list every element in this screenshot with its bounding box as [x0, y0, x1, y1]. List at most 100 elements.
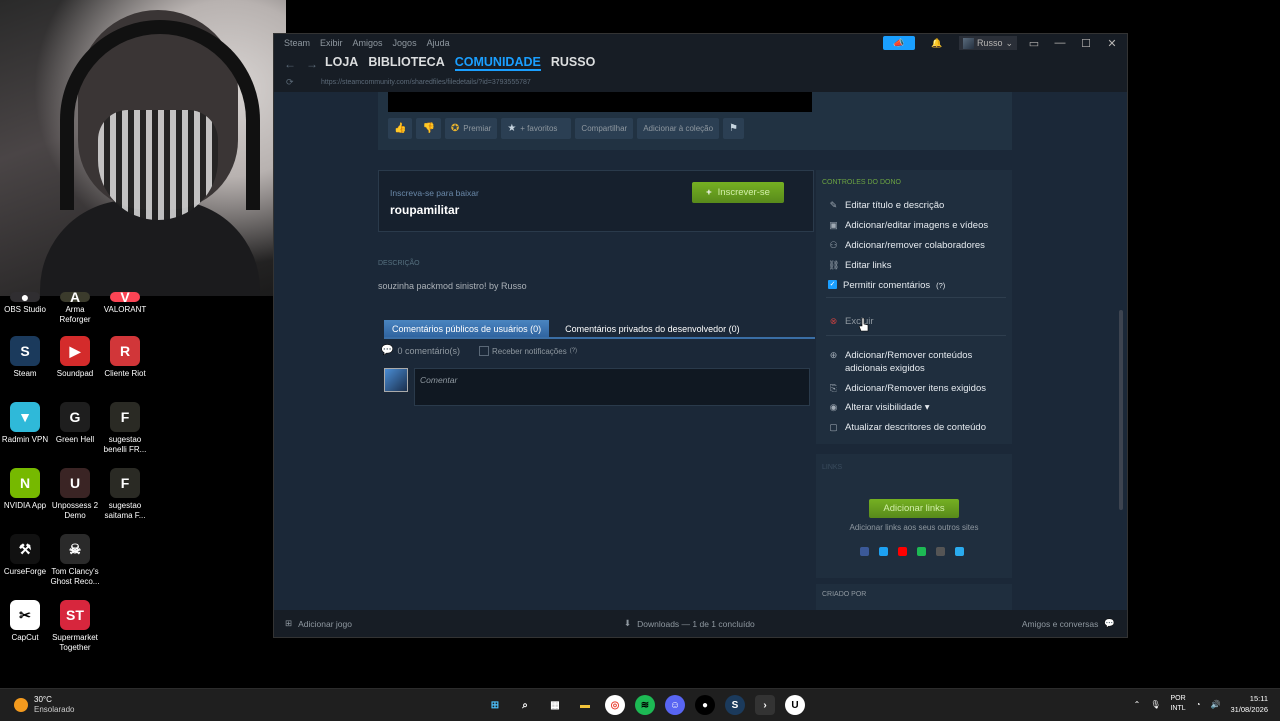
- comment-count: 💬 0 comentário(s): [381, 345, 460, 356]
- web-icon[interactable]: [955, 547, 964, 556]
- qr-icon[interactable]: [936, 547, 945, 556]
- comment-input[interactable]: Comentar: [414, 368, 810, 406]
- announcements-icon[interactable]: 📣: [882, 36, 915, 50]
- youtube-icon[interactable]: [898, 547, 907, 556]
- subscribe-button[interactable]: + Inscrever-se: [692, 182, 784, 203]
- close-icon[interactable]: ✕: [1103, 37, 1121, 50]
- allow-comments-help[interactable]: (?): [936, 279, 945, 292]
- nav-russo[interactable]: RUSSO: [551, 55, 595, 71]
- reload-icon[interactable]: ⟳: [286, 77, 294, 88]
- minimize-icon[interactable]: —: [1051, 37, 1069, 49]
- chevron-up-icon[interactable]: ⌃: [1134, 700, 1141, 709]
- desktop-icon[interactable]: ST Supermarket Together: [50, 600, 100, 653]
- taskbar-apps: ⊞ ⌕ ▦ ▬ ◎ ≋ ☺ ● S › U: [485, 695, 805, 715]
- chrome-icon[interactable]: ◎: [605, 695, 625, 715]
- nav-biblioteca[interactable]: BIBLIOTECA: [368, 55, 444, 71]
- add-to-collection-button[interactable]: Adicionar à coleção: [637, 118, 720, 139]
- notify-checkbox[interactable]: [479, 346, 489, 356]
- user-menu[interactable]: Russo ⌄: [958, 36, 1017, 50]
- desktop-icon[interactable]: ☠ Tom Clancy's Ghost Reco...: [50, 534, 100, 587]
- big-picture-icon[interactable]: ▭: [1025, 37, 1043, 50]
- star-icon: ★: [507, 123, 517, 134]
- spotify-icon[interactable]: [917, 547, 926, 556]
- clock[interactable]: 15:11 31/08/2026: [1230, 693, 1268, 715]
- scrollbar[interactable]: [1119, 310, 1123, 510]
- menu-amigos[interactable]: Amigos: [353, 38, 383, 48]
- task-view-icon[interactable]: ▦: [545, 695, 565, 715]
- app-icon: U: [60, 468, 90, 498]
- obs-icon[interactable]: ●: [695, 695, 715, 715]
- facebook-icon[interactable]: [860, 547, 869, 556]
- nav-comunidade[interactable]: COMUNIDADE: [454, 55, 541, 71]
- forward-arrow-icon[interactable]: →: [306, 57, 318, 71]
- windows-start-icon[interactable]: ⊞: [485, 695, 505, 715]
- tab-private-comments[interactable]: Comentários privados do desenvolvedor (0…: [557, 320, 748, 337]
- nav-loja[interactable]: LOJA: [325, 55, 358, 71]
- award-button[interactable]: ✪ Premiar: [444, 118, 498, 139]
- required-items-link[interactable]: ⎘ Adicionar/Remover itens exigidos: [828, 382, 986, 395]
- url-text[interactable]: https://steamcommunity.com/sharedfiles/f…: [321, 79, 531, 86]
- twitter-icon[interactable]: [879, 547, 888, 556]
- desktop-icon[interactable]: ✂ CapCut: [0, 600, 50, 643]
- search-icon[interactable]: ⌕: [515, 695, 535, 715]
- notify-help[interactable]: (?): [570, 348, 577, 354]
- report-button[interactable]: ⚑: [723, 118, 745, 139]
- desktop-icon[interactable]: G Green Hell: [50, 402, 100, 445]
- share-button[interactable]: Compartilhar: [575, 118, 634, 139]
- add-links-button[interactable]: Adicionar links: [869, 499, 959, 518]
- steam-icon[interactable]: S: [725, 695, 745, 715]
- desktop-icon[interactable]: U Unpossess 2 Demo: [50, 468, 100, 521]
- bell-icon[interactable]: 🔔: [923, 36, 951, 50]
- microphone-icon[interactable]: 🎙: [1150, 700, 1160, 709]
- desktop-icon[interactable]: Fsugestao benelli FR...: [100, 402, 150, 455]
- desktop-icon-label: Supermarket Together: [52, 633, 98, 652]
- edit-title-link[interactable]: ✎ Editar título e descrição: [828, 199, 945, 212]
- spotify-icon[interactable]: ≋: [635, 695, 655, 715]
- friends-chat-button[interactable]: Amigos e conversas 💬: [1022, 618, 1115, 629]
- menu-exibir[interactable]: Exibir: [320, 38, 343, 48]
- favorite-button[interactable]: ★ + favoritos: [501, 118, 572, 139]
- desktop-icon[interactable]: ⚒ CurseForge: [0, 534, 50, 577]
- desktop-icon[interactable]: N NVIDIA App: [0, 468, 50, 511]
- downloads-button[interactable]: ⬇ Downloads — 1 de 1 concluído: [624, 618, 755, 629]
- visibility-dropdown[interactable]: ◉ Alterar visibilidade ▾: [828, 401, 930, 414]
- thumbs-down-button[interactable]: 👎: [416, 118, 441, 139]
- edit-images-link[interactable]: ▣ Adicionar/editar imagens e vídeos: [828, 219, 988, 232]
- desktop-icon[interactable]: ▶ Soundpad: [50, 336, 100, 379]
- weather-widget[interactable]: 30°C Ensolarado: [14, 695, 74, 715]
- content-descriptors-link[interactable]: ▢ Atualizar descritores de conteúdo: [828, 421, 986, 434]
- desktop-icon[interactable]: Fsugestao saitama F...: [100, 468, 150, 521]
- thumbs-up-button[interactable]: 👍: [388, 118, 413, 139]
- desktop-icon-label: Soundpad: [56, 369, 94, 378]
- unreal-icon[interactable]: U: [785, 695, 805, 715]
- chevron-down-icon: ⌄: [1005, 37, 1013, 48]
- app-icon: S: [10, 336, 40, 366]
- desktop-icon[interactable]: S Steam: [0, 336, 50, 379]
- menu-ajuda[interactable]: Ajuda: [427, 38, 450, 48]
- file-explorer-icon[interactable]: ▬: [575, 695, 595, 715]
- maximize-icon[interactable]: ☐: [1077, 37, 1095, 50]
- menu-jogos[interactable]: Jogos: [393, 38, 417, 48]
- discord-icon[interactable]: ☺: [665, 695, 685, 715]
- tab-public-comments[interactable]: Comentários públicos de usuários (0): [384, 320, 550, 337]
- add-game-button[interactable]: ⊞ Adicionar jogo: [285, 618, 352, 629]
- menu-steam[interactable]: Steam: [284, 38, 310, 48]
- terminal-icon[interactable]: ›: [755, 695, 775, 715]
- edit-links-link[interactable]: ⛓ Editar links: [828, 259, 891, 272]
- desktop-icon[interactable]: ▼ Radmin VPN: [0, 402, 50, 445]
- desktop-icon[interactable]: R Cliente Riot: [100, 336, 150, 379]
- wifi-icon[interactable]: ◔: [1196, 700, 1201, 709]
- language-indicator[interactable]: POR INTL: [1170, 694, 1185, 714]
- volume-icon[interactable]: 🔊: [1210, 700, 1220, 709]
- created-by-label: CRIADO POR: [822, 591, 867, 598]
- edit-collaborators-link[interactable]: ⚇ Adicionar/remover colaboradores: [828, 239, 984, 252]
- desktop-icon[interactable]: V VALORANT: [100, 290, 150, 315]
- required-dlc-link[interactable]: ⊕ Adicionar/Remover conteúdos adicionais …: [828, 349, 1006, 375]
- allow-comments-toggle[interactable]: ✓ Permitir comentários (?): [828, 279, 945, 292]
- app-icon: ✂: [10, 600, 40, 630]
- desktop-icon[interactable]: A Arma Reforger: [50, 290, 100, 325]
- notify-toggle[interactable]: Receber notificações (?): [479, 346, 577, 356]
- desktop-icon[interactable]: ● OBS Studio: [0, 290, 50, 315]
- checkmark-icon[interactable]: ✓: [828, 280, 837, 289]
- back-arrow-icon[interactable]: ←: [284, 57, 296, 71]
